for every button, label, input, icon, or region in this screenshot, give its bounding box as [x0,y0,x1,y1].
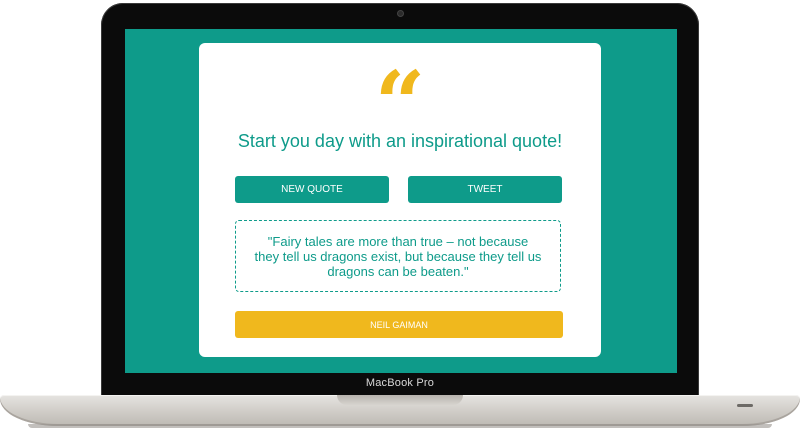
quote-text: "Fairy tales are more than true – not be… [254,233,542,279]
laptop-lid: “ Start you day with an inspirational qu… [101,3,699,398]
author-button[interactable]: NEIL GAIMAN [235,311,563,338]
page-title: Start you day with an inspirational quot… [237,131,563,151]
brand-label: MacBook Pro [365,377,435,389]
tweet-button[interactable]: TWEET [408,176,562,203]
quote-box: "Fairy tales are more than true – not be… [235,220,561,292]
sleep-indicator-light [737,404,753,407]
laptop-screen: “ Start you day with an inspirational qu… [125,29,677,373]
laptop-mockup: “ Start you day with an inspirational qu… [0,0,800,428]
base-opening-notch [337,395,463,405]
base-shadow [28,424,772,428]
quote-card: “ Start you day with an inspirational qu… [199,43,601,357]
new-quote-button[interactable]: NEW QUOTE [235,176,389,203]
webcam-icon [398,11,403,16]
quote-mark-icon: “ [374,59,426,119]
